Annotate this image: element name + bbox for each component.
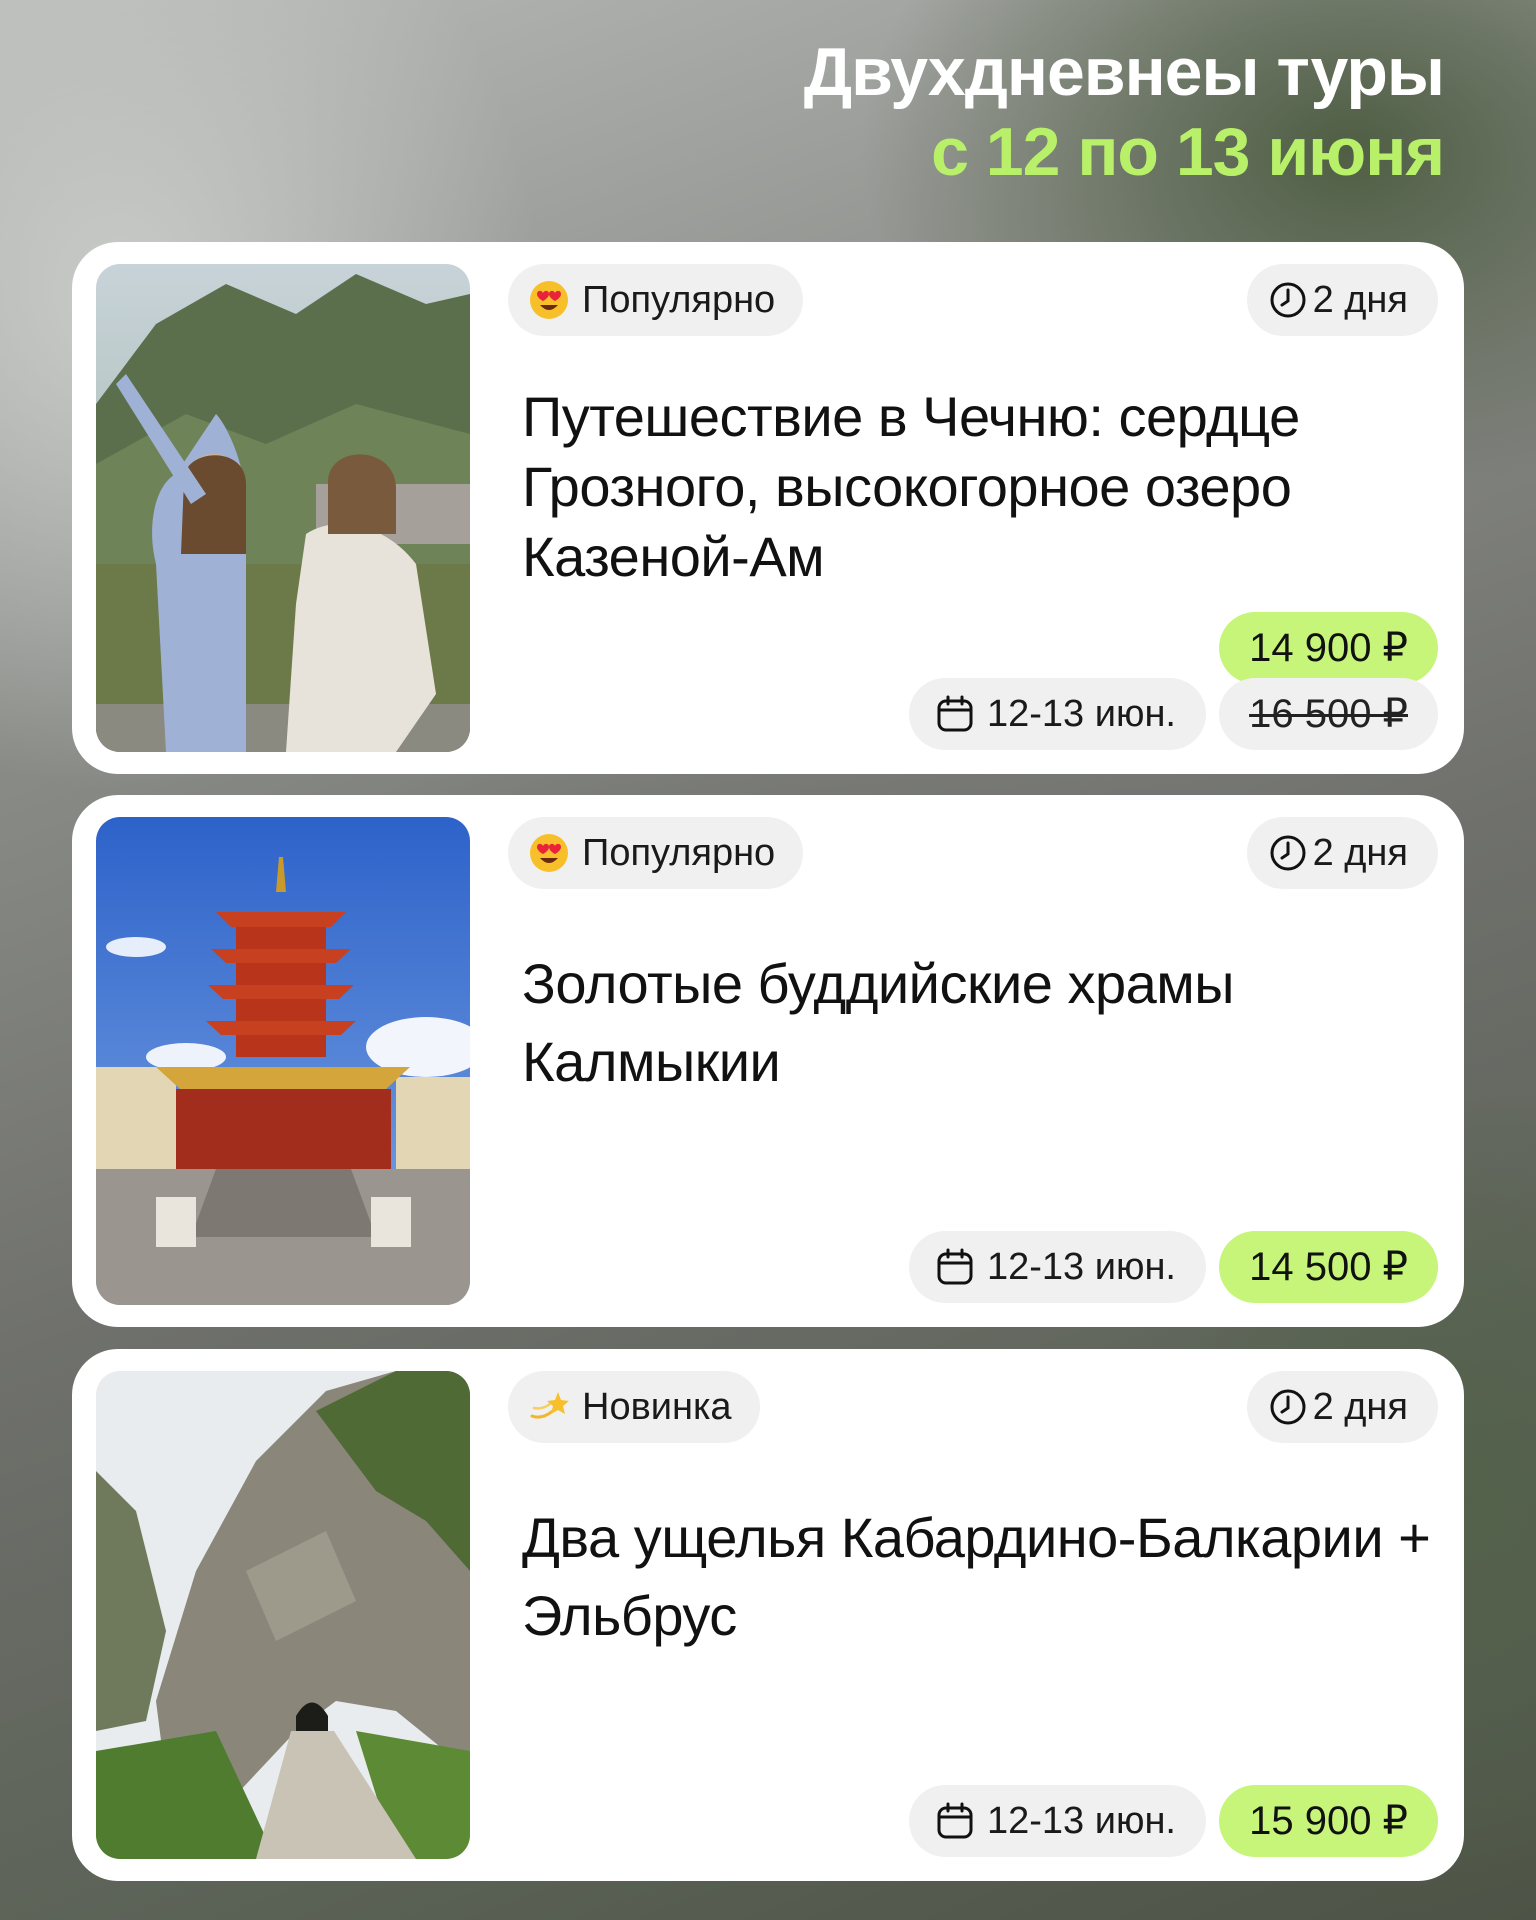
tour-title[interactable]: Два ущелья Кабардино-Балкарии + Эльбрус: [522, 1499, 1432, 1655]
tour-card-kabardino[interactable]: Новинка 2 дня Два ущелья Кабардино-Балка…: [72, 1349, 1464, 1881]
tag-label: Новинка: [582, 1385, 732, 1428]
heart-eyes-emoji-icon: [528, 279, 570, 321]
duration-label: 2 дня: [1312, 278, 1408, 321]
calendar-icon: [935, 1247, 975, 1287]
price-badge: 15 900 ₽: [1219, 1785, 1438, 1857]
page-subtitle: с 12 по 13 июня: [931, 114, 1445, 190]
clock-icon: [1269, 1388, 1307, 1426]
date-label: 12-13 июн.: [986, 692, 1176, 735]
duration-chip: 2 дня: [1246, 264, 1438, 336]
tour-photo-kalmykia: [96, 817, 470, 1305]
tag-chip: Популярно: [508, 264, 804, 336]
tour-card-chechnya[interactable]: Популярно 2 дня Путешествие в Чечню: сер…: [72, 242, 1464, 774]
clock-icon: [1269, 834, 1307, 872]
tour-title[interactable]: Золотые буддийские храмы Калмыкии: [522, 945, 1432, 1101]
date-chip: 12-13 июн.: [908, 678, 1206, 750]
tour-photo-chechnya: [96, 264, 470, 752]
date-chip: 12-13 июн.: [908, 1785, 1206, 1857]
tag-label: Популярно: [582, 831, 776, 874]
heart-eyes-emoji-icon: [528, 832, 570, 874]
tour-photo-kabardino: [96, 1371, 470, 1859]
date-label: 12-13 июн.: [986, 1245, 1176, 1288]
tag-chip: Новинка: [508, 1371, 760, 1443]
duration-chip: 2 дня: [1246, 817, 1438, 889]
duration-label: 2 дня: [1312, 831, 1408, 874]
old-price-badge: 16 500 ₽: [1219, 678, 1438, 750]
calendar-icon: [935, 694, 975, 734]
clock-icon: [1269, 281, 1307, 319]
calendar-icon: [935, 1801, 975, 1841]
date-chip: 12-13 июн.: [908, 1231, 1206, 1303]
tag-chip: Популярно: [508, 817, 804, 889]
dizzy-star-emoji-icon: [528, 1386, 570, 1428]
price-badge: 14 500 ₽: [1219, 1231, 1438, 1303]
date-label: 12-13 июн.: [986, 1799, 1176, 1842]
page-title: Двухдневнеы туры: [803, 34, 1445, 110]
tag-label: Популярно: [582, 278, 776, 321]
tour-card-kalmykia[interactable]: Популярно 2 дня Золотые буддийские храмы…: [72, 795, 1464, 1327]
page-header: Двухдневнеы туры с 12 по 13 июня: [803, 32, 1445, 192]
price-badge: 14 900 ₽: [1219, 612, 1438, 684]
tour-title[interactable]: Путешествие в Чечню: сердце Грозного, вы…: [522, 382, 1432, 592]
duration-label: 2 дня: [1312, 1385, 1408, 1428]
duration-chip: 2 дня: [1246, 1371, 1438, 1443]
old-price-label: 16 500 ₽: [1249, 692, 1408, 736]
